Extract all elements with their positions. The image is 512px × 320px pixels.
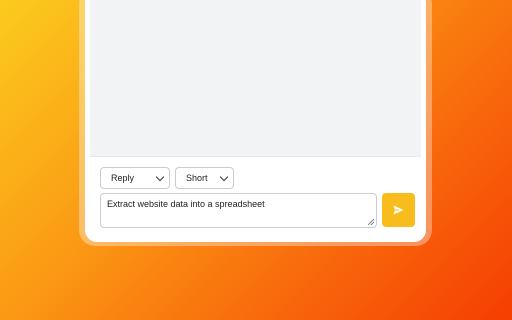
chevron-down-icon (155, 172, 165, 181)
prompt-input-text: Extract website data into a spreadsheet (107, 199, 265, 209)
chevron-down-icon (219, 172, 229, 181)
reply-mode-select-value: Reply (111, 173, 135, 183)
assistant-panel: Reply Short Extract website data into a … (85, 0, 426, 242)
composer-options: Reply Short (100, 167, 234, 189)
length-select-value: Short (186, 173, 208, 183)
prompt-input[interactable]: Extract website data into a spreadsheet (100, 193, 377, 228)
length-select[interactable]: Short (175, 167, 234, 189)
send-button[interactable] (382, 193, 415, 227)
chat-history-area[interactable] (90, 0, 421, 157)
resize-handle-icon[interactable] (368, 219, 374, 225)
send-icon (393, 205, 404, 215)
reply-mode-select[interactable]: Reply (100, 167, 170, 189)
